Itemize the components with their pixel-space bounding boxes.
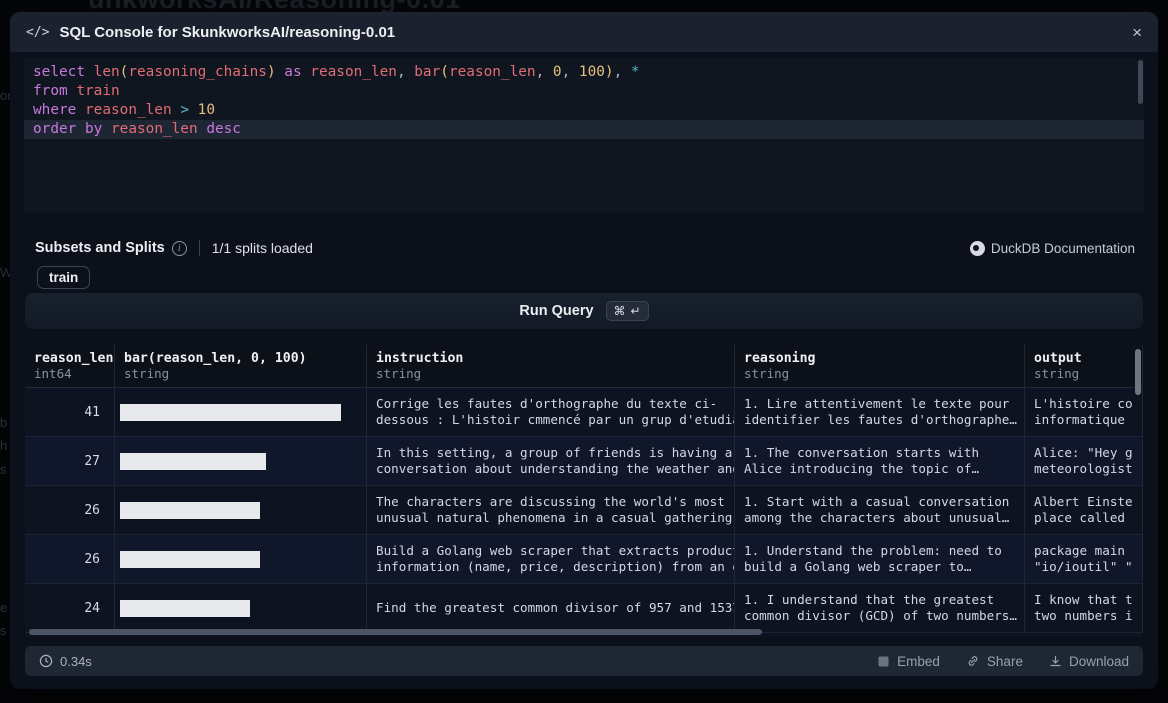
embed-label: Embed xyxy=(897,654,940,669)
cell-output: L'histoire coinformatique xyxy=(1025,388,1143,436)
table-row[interactable]: 27 In this setting, a group of friends is… xyxy=(25,437,1143,486)
link-icon xyxy=(966,654,980,668)
bar-visualization xyxy=(120,502,260,519)
info-icon[interactable]: i xyxy=(172,241,187,256)
cell-output: package main "io/ioutil" " xyxy=(1025,535,1143,583)
bar-visualization xyxy=(120,404,341,421)
cell-reasoning: 1. Start with a casual conversationamong… xyxy=(735,486,1025,534)
embed-icon xyxy=(877,655,890,668)
column-header-instruction[interactable]: instructionstring xyxy=(367,345,735,387)
editor-scrollbar[interactable] xyxy=(1138,60,1143,104)
background-fragment: s xyxy=(0,623,7,638)
cell-instruction: The characters are discussing the world'… xyxy=(367,486,735,534)
duration-value: 0.34s xyxy=(60,654,92,669)
background-fragment: s xyxy=(0,462,7,477)
enter-key-icon: ↵ xyxy=(631,304,641,318)
cell-output: Alice: "Hey gmeteorologist xyxy=(1025,437,1143,485)
table-header-row: reason_lenint64bar(reason_len, 0, 100)st… xyxy=(25,345,1143,388)
code-icon: </> xyxy=(26,25,49,40)
cell-bar xyxy=(115,535,367,583)
bar-visualization xyxy=(120,600,250,617)
duckdb-doc-label: DuckDB Documentation xyxy=(991,241,1135,256)
code-line: where reason_len > 10 xyxy=(24,101,1144,120)
splits-loaded-text: 1/1 splits loaded xyxy=(212,240,313,256)
clock-icon xyxy=(39,654,53,668)
column-header-reasoning[interactable]: reasoningstring xyxy=(735,345,1025,387)
duckdb-doc-link[interactable]: DuckDB Documentation xyxy=(970,241,1135,256)
cell-instruction: Corrige les fautes d'orthographe du text… xyxy=(367,388,735,436)
footer-actions: Embed Share Download xyxy=(877,654,1129,669)
background-fragment: h xyxy=(0,438,7,453)
sql-console-modal: </> SQL Console for SkunkworksAI/reasoni… xyxy=(10,12,1158,689)
cell-reasoning: 1. Understand the problem: need tobuild … xyxy=(735,535,1025,583)
results-footer: 0.34s Embed Share Download xyxy=(25,646,1143,676)
download-label: Download xyxy=(1069,654,1129,669)
cell-reason-len: 26 xyxy=(25,486,115,534)
modal-title: SQL Console for SkunkworksAI/reasoning-0… xyxy=(59,24,395,41)
cell-reasoning: 1. Lire attentivement le texte pourident… xyxy=(735,388,1025,436)
embed-button[interactable]: Embed xyxy=(877,654,940,669)
cell-reasoning: 1. I understand that the greatestcommon … xyxy=(735,584,1025,632)
cell-reason-len: 27 xyxy=(25,437,115,485)
split-chip-train[interactable]: train xyxy=(37,266,90,289)
cell-instruction: In this setting, a group of friends is h… xyxy=(367,437,735,485)
subsets-label: Subsets and Splits xyxy=(35,240,165,256)
bar-visualization xyxy=(120,551,260,568)
share-button[interactable]: Share xyxy=(966,654,1023,669)
close-icon[interactable]: × xyxy=(1132,24,1142,41)
sql-editor[interactable]: select len(reasoning_chains) as reason_l… xyxy=(24,58,1144,212)
code-line: select len(reasoning_chains) as reason_l… xyxy=(24,63,1144,82)
cell-reasoning: 1. The conversation starts withAlice int… xyxy=(735,437,1025,485)
run-query-label: Run Query xyxy=(519,303,593,319)
subsets-row: Subsets and Splits i 1/1 splits loaded D… xyxy=(35,240,1135,256)
cell-output: I know that ttwo numbers i xyxy=(1025,584,1143,632)
results-table: reason_lenint64bar(reason_len, 0, 100)st… xyxy=(25,345,1143,637)
download-icon xyxy=(1049,655,1062,668)
run-query-button[interactable]: Run Query ⌘ ↵ xyxy=(25,293,1143,329)
cell-bar xyxy=(115,388,367,436)
cell-output: Albert Einsteplace called xyxy=(1025,486,1143,534)
cell-reason-len: 24 xyxy=(25,584,115,632)
table-row[interactable]: 26 The characters are discussing the worl… xyxy=(25,486,1143,535)
cell-bar xyxy=(115,437,367,485)
cell-reason-len: 41 xyxy=(25,388,115,436)
background-fragment: b xyxy=(0,415,7,430)
bar-visualization xyxy=(120,453,266,470)
table-vertical-scrollbar[interactable] xyxy=(1135,349,1141,395)
cell-instruction: Build a Golang web scraper that extracts… xyxy=(367,535,735,583)
cell-bar xyxy=(115,584,367,632)
background-fragment: e xyxy=(0,600,7,615)
sql-code: select len(reasoning_chains) as reason_l… xyxy=(24,63,1144,139)
code-line: order by reason_len desc xyxy=(24,120,1144,139)
duckdb-icon xyxy=(970,241,985,256)
code-line: from train xyxy=(24,82,1144,101)
table-row[interactable]: 26 Build a Golang web scraper that extrac… xyxy=(25,535,1143,584)
modal-titlebar: </> SQL Console for SkunkworksAI/reasoni… xyxy=(10,12,1158,52)
cell-bar xyxy=(115,486,367,534)
table-row[interactable]: 41 Corrige les fautes d'orthographe du te… xyxy=(25,388,1143,437)
share-label: Share xyxy=(987,654,1023,669)
table-row[interactable]: 24 Find the greatest common divisor of 95… xyxy=(25,584,1143,633)
divider xyxy=(199,240,200,256)
cell-instruction: Find the greatest common divisor of 957 … xyxy=(367,584,735,632)
cmd-key-icon: ⌘ xyxy=(614,304,626,318)
shortcut-badge: ⌘ ↵ xyxy=(606,301,649,321)
column-header-reason-len[interactable]: reason_lenint64 xyxy=(25,345,115,387)
column-header-output[interactable]: outputstring xyxy=(1025,345,1143,387)
query-duration: 0.34s xyxy=(39,654,92,669)
column-header-bar-reason-len-0-100-[interactable]: bar(reason_len, 0, 100)string xyxy=(115,345,367,387)
download-button[interactable]: Download xyxy=(1049,654,1129,669)
cell-reason-len: 26 xyxy=(25,535,115,583)
table-body: 41 Corrige les fautes d'orthographe du te… xyxy=(25,388,1143,633)
table-horizontal-scrollbar[interactable] xyxy=(29,629,762,635)
